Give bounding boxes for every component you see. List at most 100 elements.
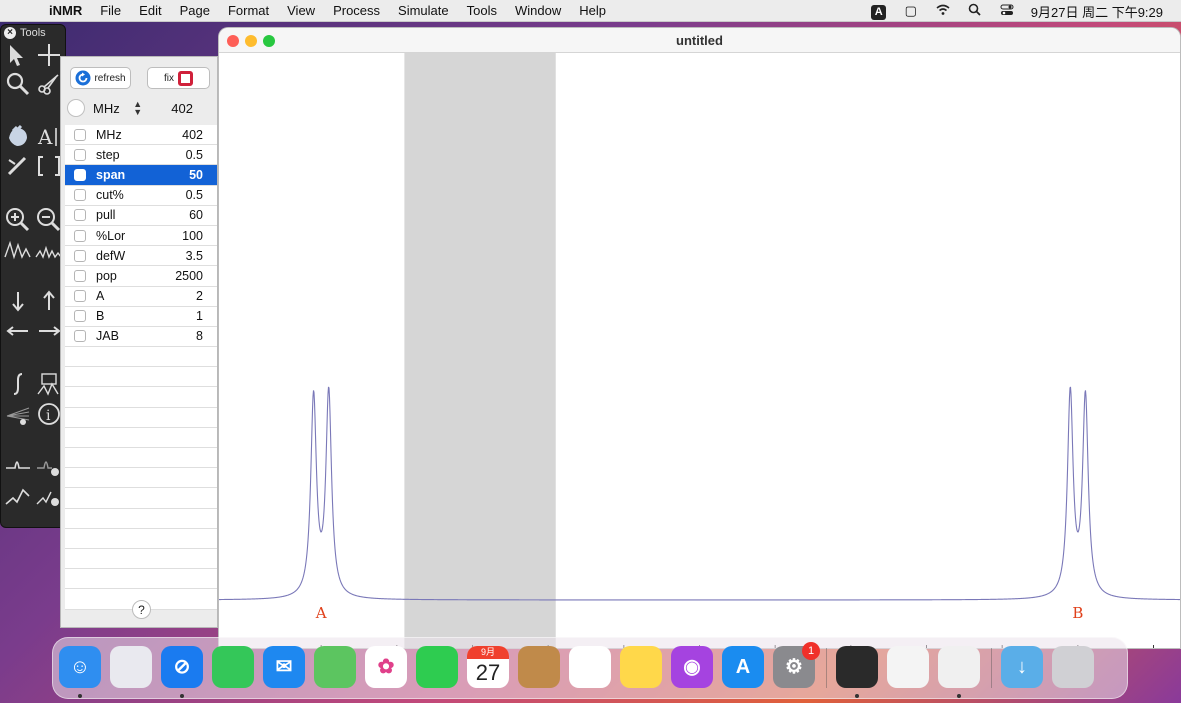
- empty-parameter-row: [65, 427, 217, 448]
- launchpad-icon[interactable]: [110, 646, 152, 688]
- spotlight-search-icon[interactable]: [959, 3, 991, 19]
- parameter-checkbox[interactable]: [74, 290, 86, 303]
- arrow-left-icon[interactable]: [3, 317, 33, 345]
- mhz-row: MHz ▲ ▼ 402: [67, 97, 213, 119]
- menu-page[interactable]: Page: [171, 3, 219, 18]
- magnifier-icon[interactable]: [3, 69, 33, 97]
- parameter-row[interactable]: span 50: [65, 165, 217, 186]
- nmr-spectrum-plot[interactable]: AB2.01.91.81.71.61.51.41.31.21.11.00.9pp…: [219, 53, 1180, 648]
- parameter-value[interactable]: 8: [167, 329, 217, 343]
- parameter-checkbox[interactable]: [74, 269, 86, 282]
- parameter-row[interactable]: defW 3.5: [65, 246, 217, 267]
- calendar-month: 9月: [467, 646, 509, 659]
- pen-icon[interactable]: [3, 152, 33, 180]
- menu-window[interactable]: Window: [506, 3, 570, 18]
- input-source-icon[interactable]: A: [863, 3, 895, 20]
- fix-button[interactable]: fix: [147, 67, 210, 89]
- notes-icon[interactable]: [620, 646, 662, 688]
- parameter-value[interactable]: 0.5: [167, 148, 217, 162]
- menu-help[interactable]: Help: [570, 3, 615, 18]
- menu-clock[interactable]: 9月27日 周二 下午9:29: [1023, 2, 1181, 21]
- control-center-icon[interactable]: [991, 4, 1023, 19]
- parameter-name: %Lor: [96, 228, 126, 243]
- fix-label: fix: [164, 72, 174, 84]
- parameter-value[interactable]: 3.5: [167, 249, 217, 263]
- parameter-checkbox[interactable]: [74, 148, 86, 161]
- parameter-checkbox[interactable]: [74, 128, 86, 141]
- mail-icon[interactable]: ✉: [263, 646, 305, 688]
- menu-view[interactable]: View: [278, 3, 324, 18]
- close-icon[interactable]: ×: [4, 27, 16, 39]
- reminders-icon[interactable]: [569, 646, 611, 688]
- app-store-icon[interactable]: A: [722, 646, 764, 688]
- parameter-value[interactable]: 1: [167, 309, 217, 323]
- parameter-value[interactable]: 2: [167, 289, 217, 303]
- parameter-row[interactable]: MHz 402: [65, 125, 217, 146]
- parameter-value[interactable]: 402: [167, 128, 217, 142]
- calendar-icon[interactable]: 9月 27: [467, 646, 509, 688]
- menu-edit[interactable]: Edit: [130, 3, 170, 18]
- arrow-icon[interactable]: [3, 41, 33, 69]
- parameter-value[interactable]: 60: [167, 208, 217, 222]
- hand-icon[interactable]: [3, 122, 33, 150]
- parameter-checkbox[interactable]: [74, 209, 86, 222]
- parameter-checkbox[interactable]: [74, 189, 86, 202]
- downloads-folder-icon[interactable]: ↓: [1001, 646, 1043, 688]
- parameter-list: MHz 402 step 0.5 span 50 cut% 0.5 pull 60 %Lor 100 d…: [65, 125, 217, 610]
- parameter-row[interactable]: A2: [65, 286, 217, 307]
- parameter-value[interactable]: 0.5: [167, 188, 217, 202]
- parameter-checkbox[interactable]: [74, 229, 86, 242]
- parameter-value[interactable]: 100: [167, 229, 217, 243]
- parameter-row[interactable]: cut% 0.5: [65, 185, 217, 206]
- podcasts-icon[interactable]: ◉: [671, 646, 713, 688]
- facetime-icon[interactable]: [416, 646, 458, 688]
- parameter-checkbox[interactable]: [74, 249, 86, 262]
- maps-icon[interactable]: [314, 646, 356, 688]
- integral-icon[interactable]: [3, 370, 33, 398]
- menu-tools[interactable]: Tools: [458, 3, 506, 18]
- phase-icon[interactable]: [3, 452, 33, 480]
- window-switch-icon[interactable]: ▢: [895, 3, 927, 19]
- finder-icon[interactable]: ☺: [59, 646, 101, 688]
- parameter-row[interactable]: B1: [65, 306, 217, 327]
- help-button[interactable]: ?: [132, 600, 151, 619]
- parameter-row[interactable]: %Lor 100: [65, 225, 217, 247]
- photos-icon[interactable]: ✿: [365, 646, 407, 688]
- system-preferences-icon[interactable]: ⚙ 1: [773, 642, 820, 688]
- spectrum-doc-icon[interactable]: [938, 646, 980, 688]
- refresh-button[interactable]: refresh: [70, 67, 131, 89]
- messages-icon[interactable]: [212, 646, 254, 688]
- fan-icon[interactable]: [3, 400, 33, 428]
- contacts-icon[interactable]: [518, 646, 560, 688]
- parameter-row[interactable]: JAB 8: [65, 326, 217, 348]
- baseline-icon[interactable]: [3, 482, 33, 510]
- mhz-radio[interactable]: [67, 99, 85, 117]
- menu-format[interactable]: Format: [219, 3, 278, 18]
- menu-simulate[interactable]: Simulate: [389, 3, 458, 18]
- menu-app-name[interactable]: iNMR: [40, 3, 91, 18]
- parameter-value[interactable]: 2500: [167, 269, 217, 283]
- parameter-checkbox[interactable]: [74, 310, 86, 323]
- parameter-row[interactable]: pop 2500: [65, 266, 217, 287]
- parameter-row[interactable]: pull 60: [65, 205, 217, 226]
- wifi-icon[interactable]: [927, 4, 959, 19]
- parameter-row[interactable]: step 0.5: [65, 145, 217, 166]
- spectrum-window: untitled AB2.01.91.81.71.61.51.41.31.21.…: [219, 28, 1180, 648]
- menu-process[interactable]: Process: [324, 3, 389, 18]
- arrow-down-icon[interactable]: [3, 287, 33, 315]
- peaks-icon[interactable]: [3, 235, 33, 263]
- fix-checkbox-icon: [178, 70, 193, 86]
- empty-parameter-row: [65, 347, 217, 368]
- zoom-in-icon[interactable]: [3, 205, 33, 233]
- dock: ☺ ⊘ ✉ ✿ 9月 27 ◉ A ⚙ 1 ↓: [52, 637, 1128, 699]
- menu-file[interactable]: File: [91, 3, 130, 18]
- parameter-checkbox[interactable]: [74, 330, 86, 343]
- safari-icon[interactable]: ⊘: [161, 646, 203, 688]
- textedit-icon[interactable]: [887, 646, 929, 688]
- parameter-value[interactable]: 50: [167, 168, 217, 182]
- trash-icon[interactable]: [1052, 646, 1094, 688]
- mhz-stepper-icon[interactable]: ▲ ▼: [132, 100, 144, 117]
- parameter-checkbox[interactable]: [74, 168, 86, 181]
- inmr-icon[interactable]: [836, 646, 878, 688]
- selected-region[interactable]: [404, 53, 556, 648]
